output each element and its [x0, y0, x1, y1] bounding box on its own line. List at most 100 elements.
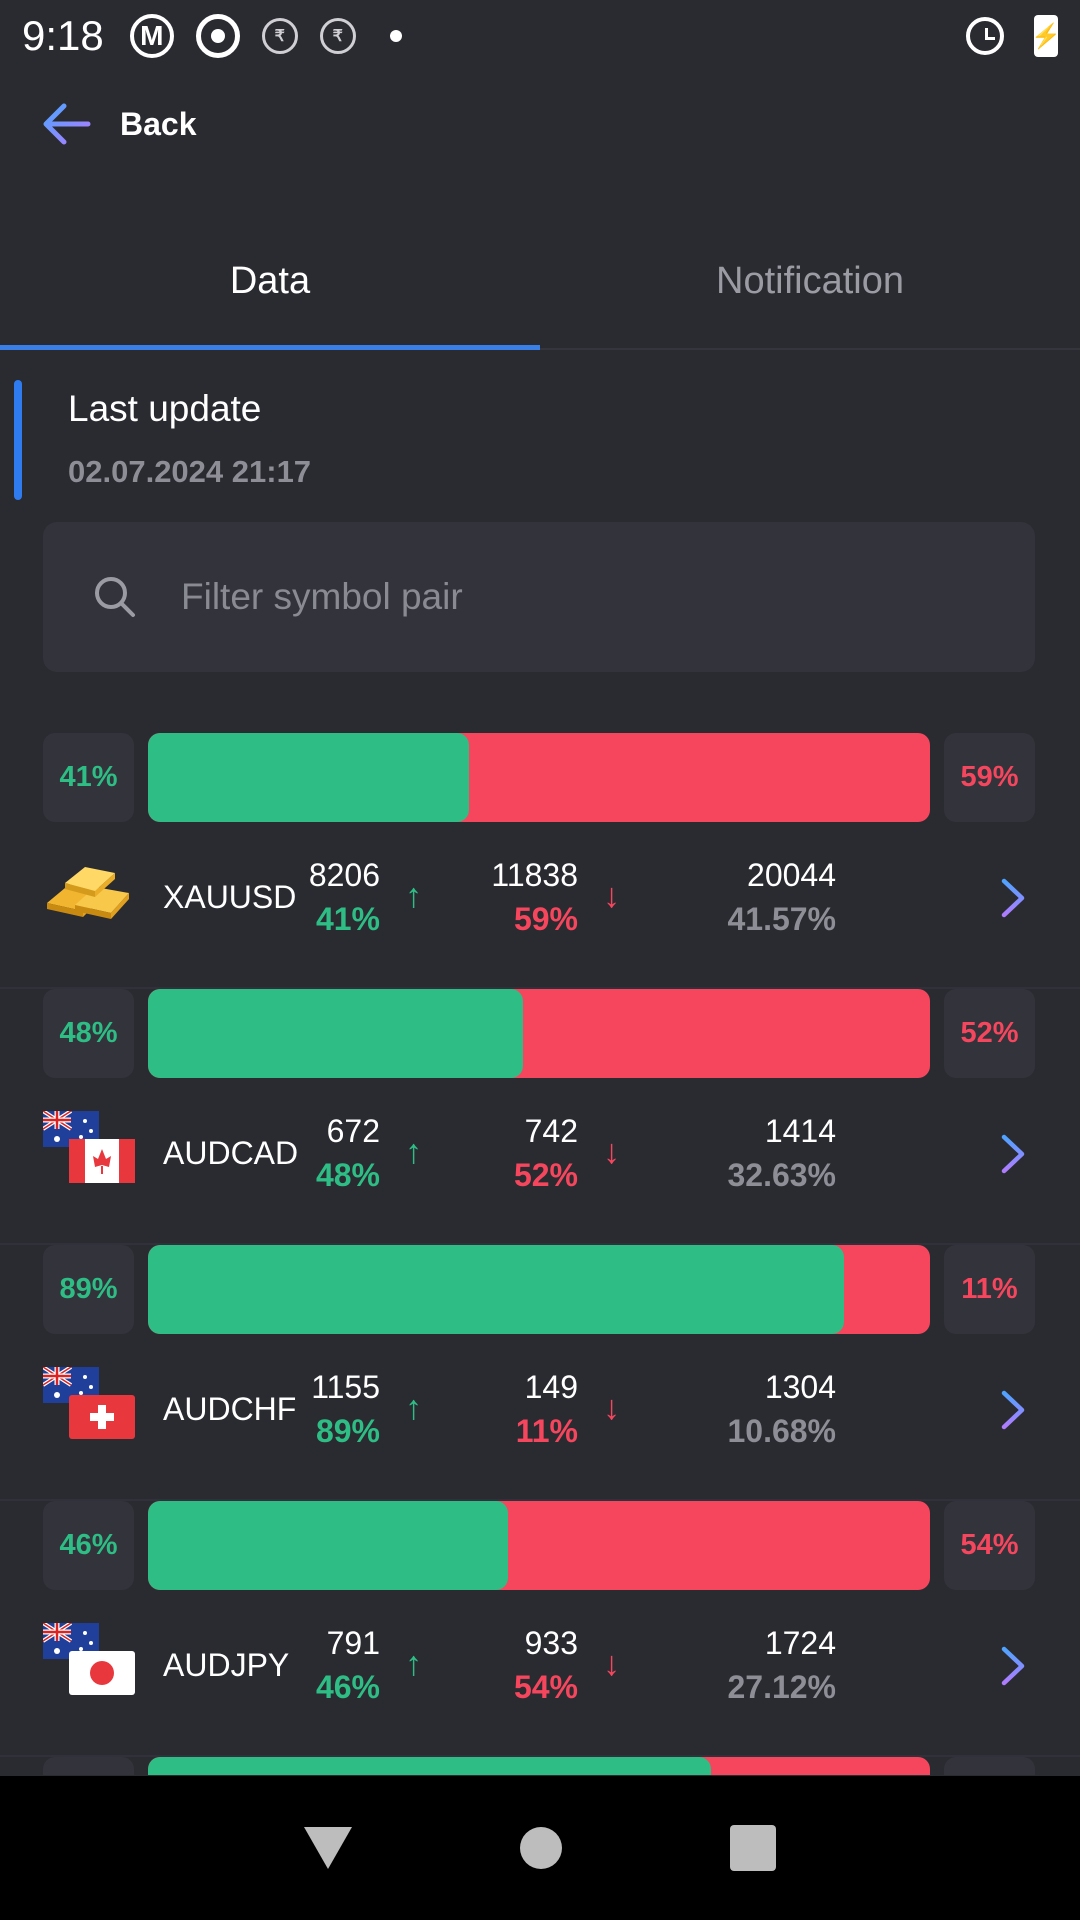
list-item[interactable]: 89% 11% AUDCHF 1155 89% ↑ 149 11% ↓ 1304 10.68%: [0, 1245, 1080, 1501]
chevron-right-icon[interactable]: [998, 877, 1028, 919]
sell-percent: 54%: [513, 1669, 578, 1705]
alarm-icon: [966, 17, 1004, 55]
symbol-list: 41% 59% XAUUSD 8206 41% ↑ 11838 59% ↓ 20044 41.57%…: [0, 733, 1080, 1775]
sell-count: 149: [524, 1369, 578, 1405]
accent-bar: [14, 380, 22, 500]
symbol-name: AUDCHF: [163, 1391, 297, 1427]
nav-home-icon[interactable]: [520, 1827, 562, 1869]
buy-fill: [148, 1245, 844, 1334]
translate-icon: ₹: [261, 18, 298, 54]
chevron-right-icon[interactable]: [998, 1389, 1028, 1431]
back-arrow-icon: [43, 103, 91, 145]
arrow-up-icon: ↑: [405, 877, 422, 915]
last-update-date: 02.07.2024 21:17: [68, 454, 312, 489]
buy-percent: 48%: [315, 1157, 380, 1193]
buy-percent-badge: 46%: [43, 1501, 134, 1590]
m-icon: M: [129, 14, 174, 58]
sell-percent: 11%: [515, 1413, 578, 1449]
buy-fill: [148, 1757, 712, 1775]
target-icon: [195, 14, 240, 58]
symbol-name: AUDCAD: [163, 1135, 299, 1171]
buy-percent-badge: 48%: [43, 989, 134, 1078]
flag-au-ca-icon: [43, 1111, 135, 1183]
flag-au-jp-icon: [43, 1623, 135, 1695]
buy-count: 1155: [311, 1369, 380, 1405]
symbol-row[interactable]: XAUUSD 8206 41% ↑ 11838 59% ↓ 20044 41.57%: [0, 833, 1080, 965]
sell-count: 933: [524, 1625, 578, 1661]
status-bar: 9:18 M ₹ ₹ ⚡: [0, 0, 1080, 72]
chevron-right-icon[interactable]: [998, 1133, 1028, 1175]
buy-count: 791: [326, 1625, 380, 1661]
total-percent: 27.12%: [727, 1669, 836, 1705]
last-update-title: Last update: [68, 388, 262, 429]
symbol-row[interactable]: AUDJPY 791 46% ↑ 933 54% ↓ 1724 27.12%: [0, 1601, 1080, 1733]
sell-percent-badge: 54%: [944, 1501, 1035, 1590]
search-icon: [95, 577, 135, 617]
battery-charging-icon: ⚡: [1031, 15, 1061, 57]
buy-percent: 89%: [315, 1413, 380, 1449]
search-box[interactable]: [43, 522, 1035, 672]
list-item[interactable]: [0, 1757, 1080, 1775]
symbol-row[interactable]: AUDCAD 672 48% ↑ 742 52% ↓ 1414 32.63%: [0, 1089, 1080, 1221]
notification-icons: M ₹ ₹: [129, 14, 402, 58]
sell-count: 742: [524, 1113, 578, 1149]
translate-icon: ₹: [319, 18, 356, 54]
total-count: 1304: [764, 1369, 836, 1405]
total-count: 1724: [764, 1625, 836, 1661]
sell-percent-badge: 52%: [944, 989, 1035, 1078]
tab-data[interactable]: Data: [0, 240, 540, 350]
buy-percent: 46%: [315, 1669, 380, 1705]
nav-recents-icon[interactable]: [730, 1825, 776, 1871]
sell-percent-badge: 59%: [944, 733, 1035, 822]
dot-icon: [389, 30, 402, 42]
total-count: 20044: [747, 857, 836, 893]
buy-percent-badge: 41%: [43, 733, 134, 822]
buy-percent: 41%: [315, 901, 380, 937]
sentiment-bar: [148, 1501, 930, 1590]
back-label: Back: [120, 105, 197, 142]
buy-fill: [148, 1501, 508, 1590]
sell-percent-badge: [944, 1757, 1035, 1775]
nav-back-icon[interactable]: [304, 1827, 352, 1869]
sell-percent: 52%: [513, 1157, 578, 1193]
symbol-name: AUDJPY: [163, 1647, 290, 1683]
buy-percent-badge: [43, 1757, 134, 1775]
flag-au-ch-icon: [43, 1367, 135, 1439]
status-time: 9:18: [22, 12, 104, 59]
arrow-down-icon: ↓: [603, 877, 620, 915]
arrow-down-icon: ↓: [603, 1645, 620, 1683]
total-percent: 10.68%: [727, 1413, 836, 1449]
sell-percent: 59%: [513, 901, 578, 937]
back-button[interactable]: Back: [40, 100, 197, 148]
arrow-up-icon: ↑: [405, 1389, 422, 1427]
sentiment-bar: [148, 1245, 930, 1334]
arrow-up-icon: ↑: [405, 1133, 422, 1171]
total-percent: 41.57%: [727, 901, 836, 937]
tab-bar: Data Notification: [0, 240, 1080, 350]
symbol-row[interactable]: AUDCHF 1155 89% ↑ 149 11% ↓ 1304 10.68%: [0, 1345, 1080, 1477]
sentiment-bar: [148, 733, 930, 822]
sell-count: 11838: [491, 857, 578, 893]
list-item[interactable]: 48% 52% AUDCAD 672 48% ↑ 742 52% ↓ 1414 32.63%: [0, 989, 1080, 1245]
navigation-bar: [0, 1776, 1080, 1920]
search-input[interactable]: [181, 576, 881, 618]
list-item[interactable]: 46% 54% AUDJPY 791 46% ↑ 933 54% ↓ 1724 27.12%: [0, 1501, 1080, 1757]
total-count: 1414: [764, 1113, 836, 1149]
list-item[interactable]: 41% 59% XAUUSD 8206 41% ↑ 11838 59% ↓ 20044 41.57%: [0, 733, 1080, 989]
sentiment-bar: [148, 1757, 930, 1775]
arrow-down-icon: ↓: [603, 1133, 620, 1171]
buy-count: 8206: [308, 857, 380, 893]
arrow-up-icon: ↑: [405, 1645, 422, 1683]
buy-count: 672: [326, 1113, 380, 1149]
gold-bars-icon: [47, 867, 129, 919]
arrow-down-icon: ↓: [603, 1389, 620, 1427]
buy-fill: [148, 989, 524, 1078]
symbol-name: XAUUSD: [163, 879, 297, 915]
sentiment-bar: [148, 989, 930, 1078]
chevron-right-icon[interactable]: [998, 1645, 1028, 1687]
buy-percent-badge: 89%: [43, 1245, 134, 1334]
total-percent: 32.63%: [727, 1157, 836, 1193]
sell-percent-badge: 11%: [944, 1245, 1035, 1334]
tab-notification[interactable]: Notification: [540, 240, 1080, 348]
buy-fill: [148, 733, 469, 822]
